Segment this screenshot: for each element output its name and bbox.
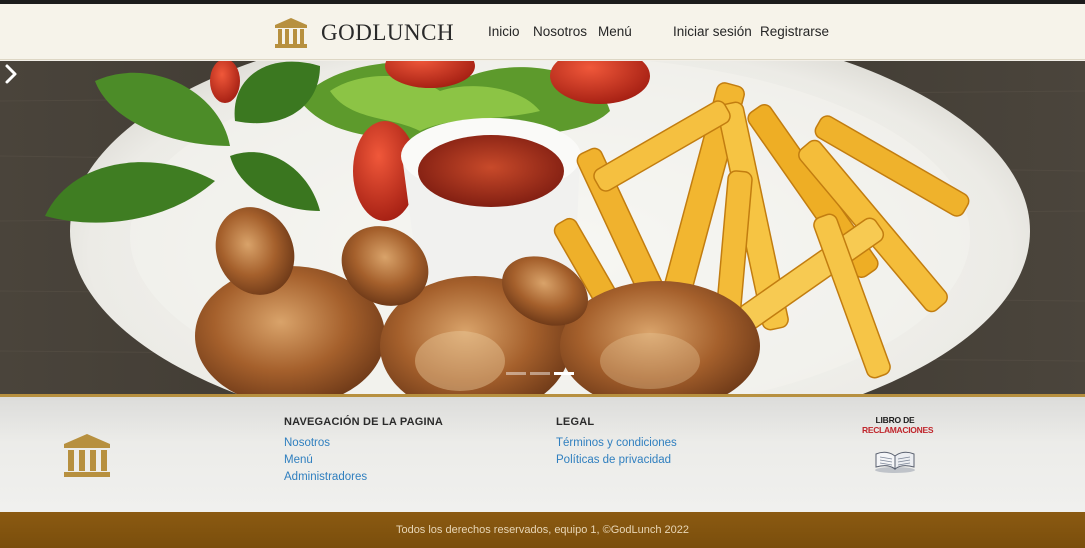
nav-link-inicio[interactable]: Inicio — [488, 24, 520, 39]
footer-link-nosotros[interactable]: Nosotros — [284, 437, 330, 449]
footer-link-menu[interactable]: Menú — [284, 454, 313, 466]
libro-line2: RECLAMACIONES — [862, 425, 934, 435]
open-book-icon — [875, 451, 915, 473]
footer-nav-title: NAVEGACIÓN DE LA PAGINA — [284, 416, 444, 428]
carousel-indicator-3[interactable] — [554, 372, 574, 375]
libro-line1: LIBRO DE — [875, 415, 915, 425]
copyright-bar: Todos los derechos reservados, equipo 1,… — [0, 512, 1085, 548]
nav-link-login[interactable]: Iniciar sesión — [673, 24, 752, 39]
footer-link-administradores[interactable]: Administradores — [284, 471, 367, 483]
footer-legal-title: LEGAL — [556, 416, 595, 428]
libro-reclamaciones-link[interactable]: LIBRO DE RECLAMACIONES — [862, 415, 934, 478]
nav-link-nosotros[interactable]: Nosotros — [533, 24, 587, 39]
hero-carousel — [0, 61, 1085, 394]
brand-logo[interactable]: GODLUNCH — [273, 16, 454, 50]
column-temple-icon — [275, 18, 307, 48]
footer-link-privacidad[interactable]: Políticas de privacidad — [556, 454, 671, 466]
carousel-indicators — [506, 372, 574, 375]
column-temple-icon — [64, 434, 110, 477]
footer-link-terminos[interactable]: Términos y condiciones — [556, 437, 677, 449]
nav-link-register[interactable]: Registrarse — [760, 24, 829, 39]
site-footer: NAVEGACIÓN DE LA PAGINA Nosotros Menú Ad… — [0, 394, 1085, 512]
carousel-indicator-1[interactable] — [506, 372, 526, 375]
copyright-text: Todos los derechos reservados, equipo 1,… — [395, 524, 690, 536]
chevron-right-icon[interactable] — [0, 61, 22, 87]
nav-link-menu[interactable]: Menú — [598, 24, 632, 39]
site-header: GODLUNCH Inicio Nosotros Menú Iniciar se… — [0, 4, 1085, 60]
carousel-indicator-2[interactable] — [530, 372, 550, 375]
chicken-fries-plate-image — [0, 61, 1085, 394]
brand-name: GODLUNCH — [321, 20, 455, 45]
